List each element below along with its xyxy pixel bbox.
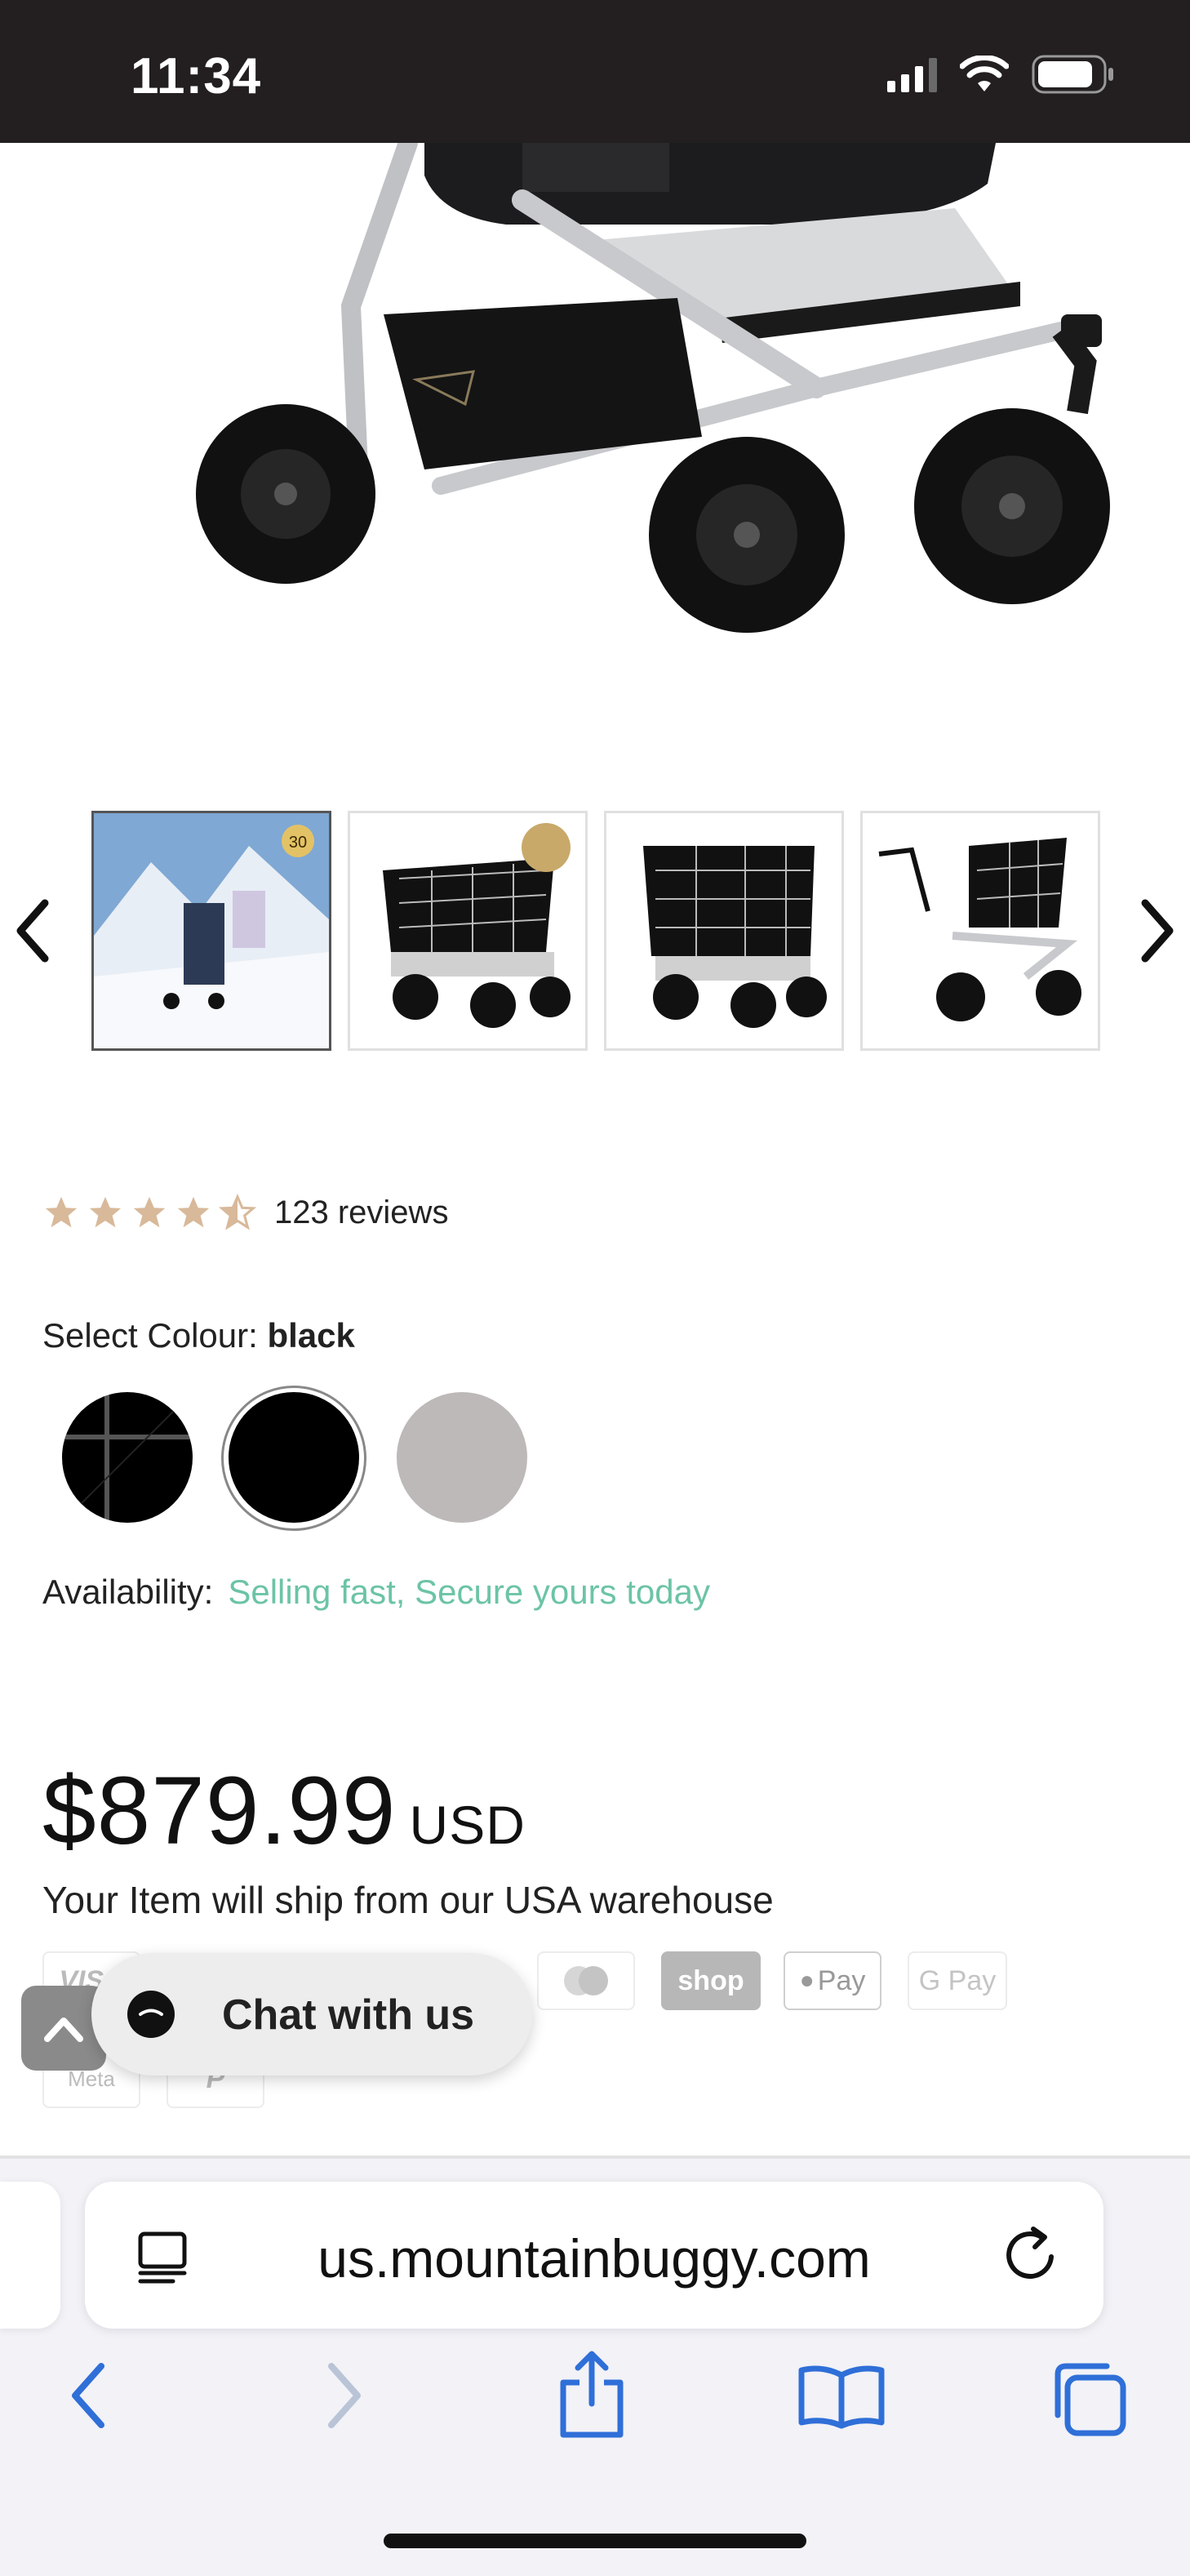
chat-label: Chat with us	[222, 1991, 475, 2039]
back-icon[interactable]	[64, 2360, 113, 2433]
thumb-badge: 30	[289, 834, 307, 852]
availability-value: Selling fast, Secure yours today	[228, 1573, 710, 1611]
star-full-icon	[45, 1196, 78, 1228]
mastercard-icon	[564, 1966, 608, 1995]
cellular-signal-icon	[887, 56, 937, 92]
previous-tab-stub[interactable]	[0, 2182, 60, 2329]
chevron-left-icon	[16, 899, 49, 963]
tabs-icon[interactable]	[1048, 2358, 1130, 2440]
gallery-next-button[interactable]	[1133, 890, 1182, 972]
address-bar[interactable]: us.mountainbuggy.com	[85, 2182, 1103, 2329]
star-full-icon	[177, 1196, 210, 1228]
star-full-icon	[89, 1196, 122, 1228]
availability-label: Availability:	[42, 1573, 214, 1611]
price-amount: $879.99	[42, 1757, 397, 1865]
thumb-snow-image: 30	[94, 813, 329, 1048]
status-time: 11:34	[131, 48, 262, 105]
star-full-icon	[133, 1196, 166, 1228]
forward-icon[interactable]	[320, 2360, 369, 2433]
reload-icon[interactable]	[1002, 2224, 1061, 2286]
mastercard-badge	[537, 1951, 635, 2010]
status-icons	[887, 54, 1117, 95]
gallery-prev-button[interactable]	[8, 890, 57, 972]
availability: Availability: Selling fast, Secure yours …	[42, 1573, 710, 1612]
price: $879.99 USD	[42, 1755, 526, 1866]
shop-pay-badge: shop	[661, 1951, 761, 2010]
bookmarks-icon[interactable]	[797, 2364, 886, 2429]
price-currency: USD	[409, 1795, 526, 1855]
chat-bubble-icon	[127, 1991, 175, 2038]
gallery-thumbnail-4[interactable]	[860, 811, 1100, 1051]
chevron-right-icon	[1141, 899, 1174, 963]
chevron-up-icon	[44, 2018, 83, 2042]
colour-label: Select Colour: black	[42, 1316, 355, 1355]
grid-pattern-icon	[62, 1392, 193, 1523]
gallery-thumbnail-1[interactable]: 30	[91, 811, 331, 1051]
google-pay-label: G Pay	[918, 1964, 997, 1996]
status-bar: 11:34	[0, 0, 1190, 143]
rating-summary[interactable]: 123 reviews	[42, 1194, 448, 1231]
apple-pay-badge: ● Pay	[784, 1951, 881, 2010]
colour-label-text: Select Colour:	[42, 1316, 268, 1355]
shop-pay-label: shop	[677, 1964, 744, 1996]
battery-icon	[1032, 55, 1113, 94]
thumb-single-stroller-side	[863, 813, 1098, 1048]
colour-value: black	[267, 1316, 355, 1355]
chat-with-us-button[interactable]: Chat with us	[91, 1953, 532, 2075]
stroller-illustration	[196, 143, 1110, 633]
swatch-silver[interactable]	[397, 1392, 527, 1523]
gallery-thumbnail-2[interactable]	[348, 811, 588, 1051]
thumb-stroller-grid-angle	[606, 813, 841, 1048]
home-indicator[interactable]	[384, 2534, 806, 2548]
reviews-count[interactable]: 123 reviews	[274, 1195, 448, 1231]
google-pay-badge: G Pay	[908, 1951, 1007, 2010]
star-half-icon	[219, 1194, 256, 1230]
apple-icon: ●	[799, 1967, 815, 1994]
shipping-note: Your Item will ship from our USA warehou…	[42, 1879, 774, 1921]
swatch-black[interactable]	[229, 1392, 359, 1523]
url-text: us.mountainbuggy.com	[317, 2228, 871, 2289]
gallery-thumbnail-3[interactable]	[604, 811, 844, 1051]
swatch-grid[interactable]	[62, 1392, 193, 1523]
product-hero-image[interactable]	[0, 143, 1190, 796]
apple-pay-label: Pay	[817, 1964, 866, 1996]
thumb-stroller-grid-front	[350, 813, 585, 1048]
share-icon[interactable]	[555, 2350, 628, 2440]
wifi-icon	[960, 56, 1009, 91]
